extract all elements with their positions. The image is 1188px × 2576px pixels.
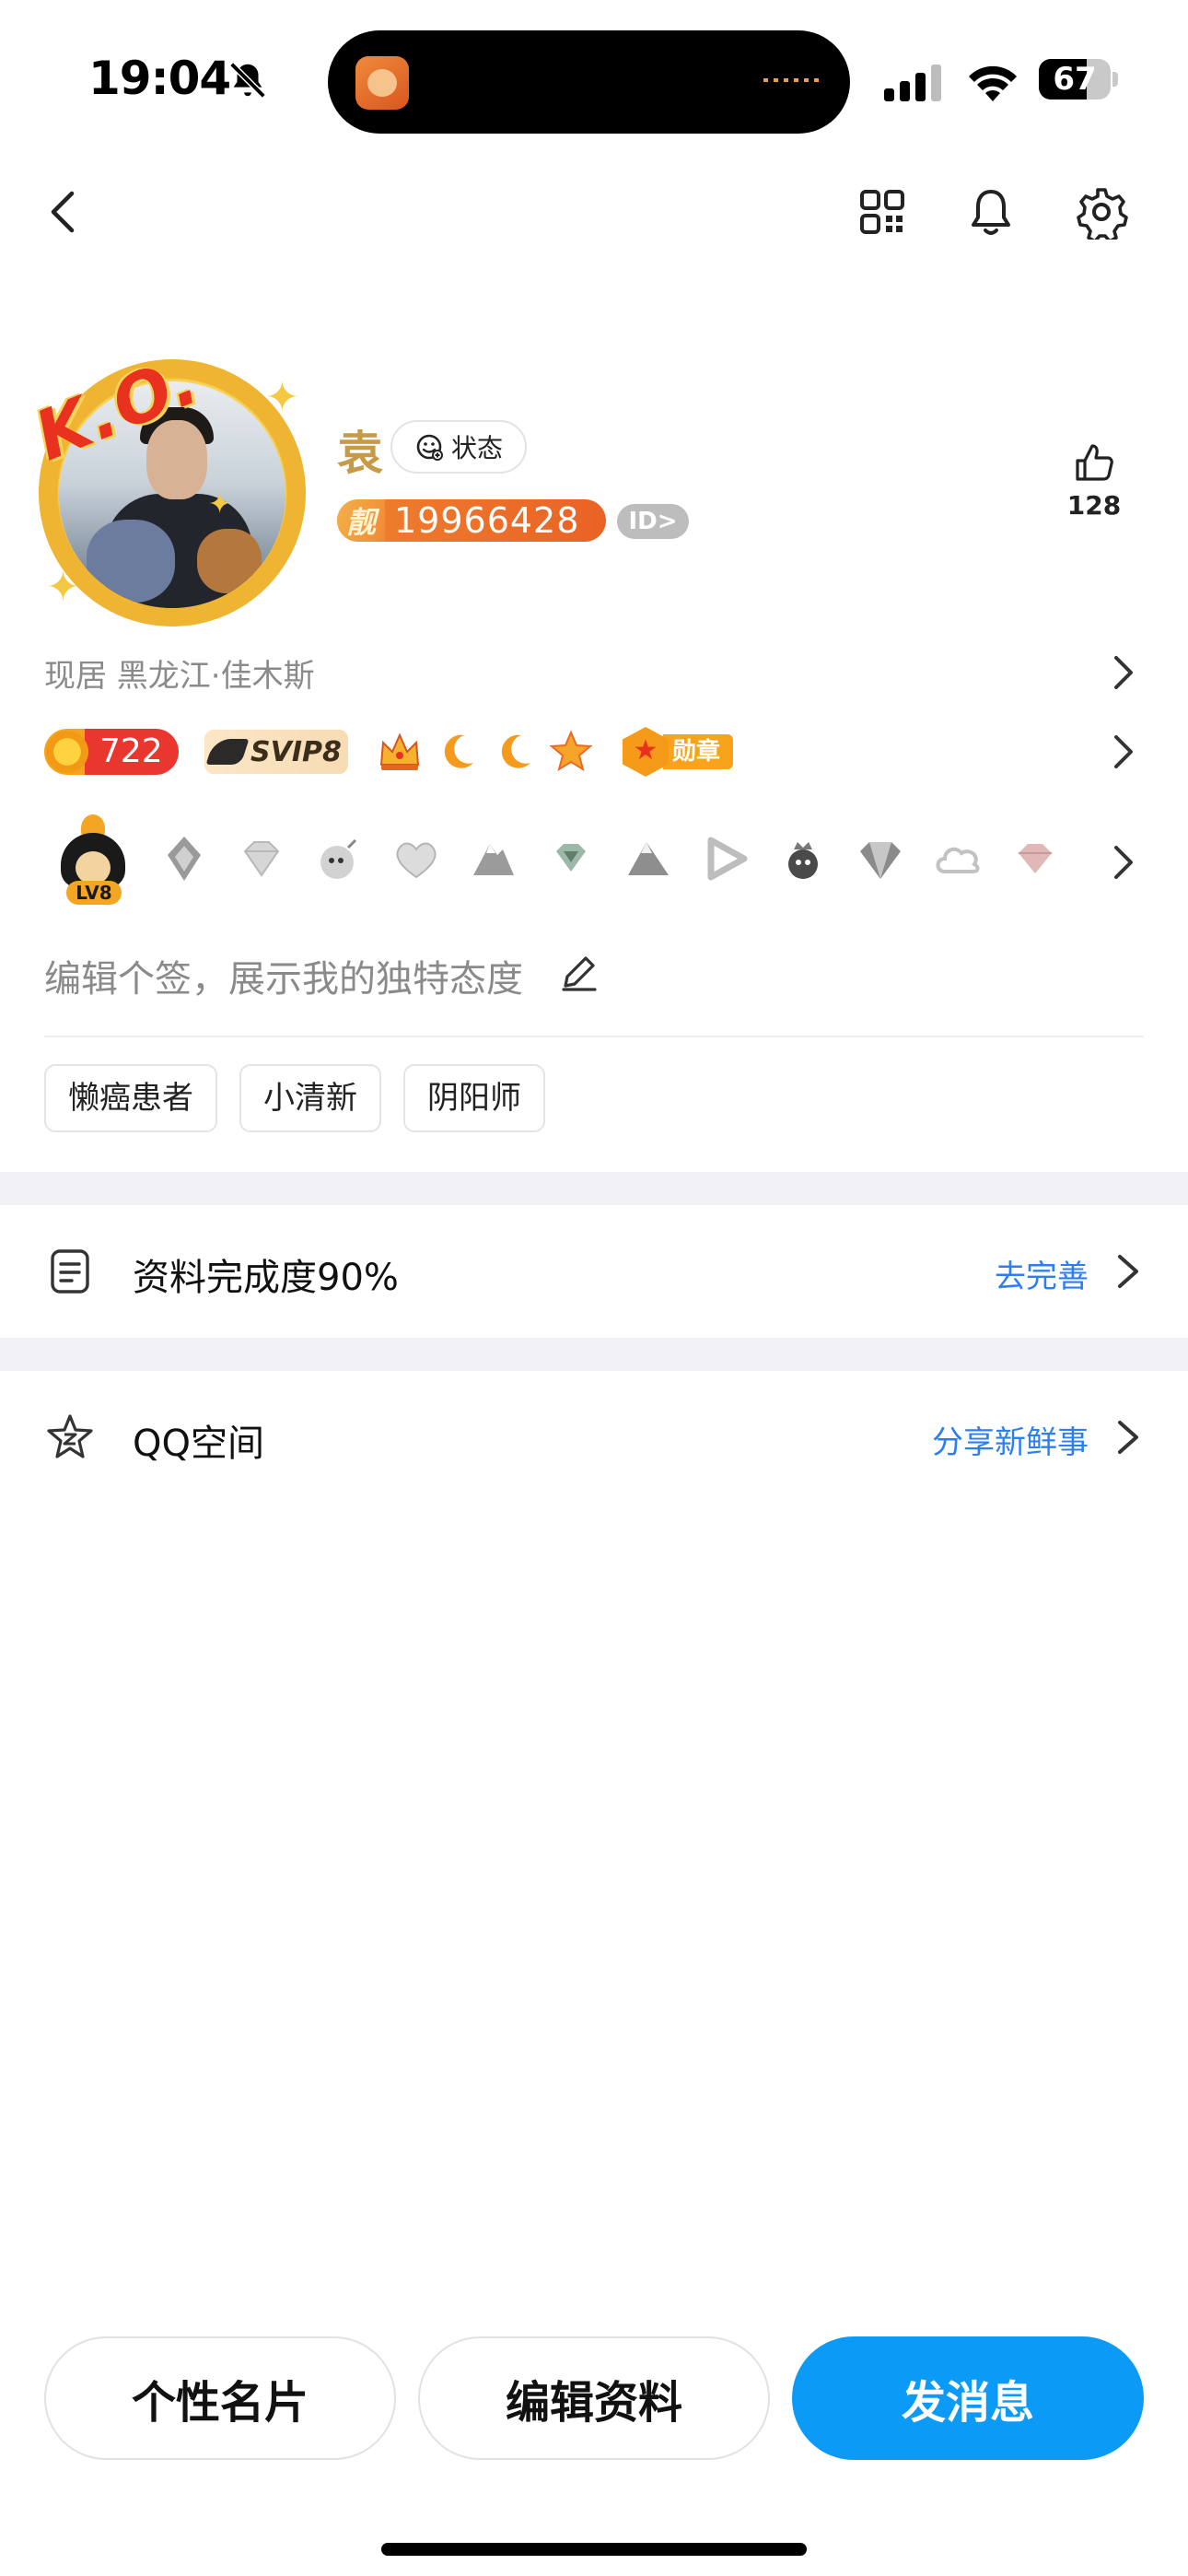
achievement-badges-row[interactable]: LV8 — [52, 814, 1063, 905]
tag-chip[interactable]: 阴阳师 — [403, 1064, 545, 1132]
tag-chip[interactable]: 懒癌患者 — [44, 1064, 217, 1132]
battery-indicator: 67 — [1039, 59, 1118, 100]
share-news-link[interactable]: 分享新鲜事 — [932, 1417, 1089, 1462]
heart-badge-icon — [396, 842, 437, 879]
emerald-badge-icon — [556, 844, 586, 872]
medal-hex-icon — [623, 727, 669, 777]
status-label: 状态 — [450, 433, 503, 463]
live-activity-app-icon — [355, 56, 409, 110]
coin-icon — [46, 731, 88, 773]
qzone-label: QQ空间 — [133, 1423, 264, 1465]
medal-badge: 勋章 — [623, 727, 734, 777]
home-indicator[interactable] — [381, 2543, 807, 2556]
nav-bar — [0, 175, 1188, 249]
document-icon — [51, 1249, 89, 1294]
qq-number-badge[interactable]: 靓 19966428 — [337, 499, 606, 542]
section-separator — [0, 1338, 1188, 1371]
bomb-badge-icon — [320, 838, 357, 879]
status-button[interactable]: 状态 — [390, 420, 527, 474]
moon-icon — [444, 734, 473, 768]
pink-diamond-badge-icon — [1019, 844, 1052, 873]
penguin-king-badge-icon — [788, 842, 818, 879]
like-count: 128 — [1066, 490, 1122, 521]
qq-number: 19966428 — [394, 500, 580, 541]
bottom-action-bar: 个性名片 编辑资料 发消息 — [44, 2336, 1144, 2464]
star-decoration-icon: ✦ — [208, 488, 232, 521]
section-separator — [0, 1172, 1188, 1205]
complete-profile-link[interactable]: 去完善 — [995, 1251, 1089, 1296]
interest-tags: 懒癌患者 小清新 阴阳师 — [44, 1064, 545, 1132]
svip-badge: SVIP8 — [204, 730, 348, 774]
crown-icon — [379, 732, 420, 770]
diamond-badge-icon — [243, 841, 280, 877]
location-text[interactable]: 现居 黑龙江·佳木斯 — [44, 650, 315, 696]
status-time: 19:04 — [88, 52, 231, 105]
crystal-badge-icon — [860, 842, 901, 879]
edit-profile-button[interactable]: 编辑资料 — [418, 2336, 770, 2460]
qzone-row[interactable]: QQ空间 分享新鲜事 — [0, 1371, 1188, 1504]
dynamic-island[interactable] — [328, 30, 850, 134]
chevron-left-icon[interactable] — [37, 184, 92, 240]
mountain-badge-icon — [473, 844, 514, 875]
battery-percent: 67 — [1053, 61, 1097, 98]
flame-badge-icon — [168, 837, 201, 881]
star-decoration-icon: ✦ — [265, 374, 299, 421]
level-badges-row[interactable]: 722 SVIP8 勋章 — [44, 727, 734, 777]
avatar[interactable]: K.O. ✦ ✦ ✦ — [25, 340, 322, 626]
tag-chip[interactable]: 小清新 — [239, 1064, 381, 1132]
personal-card-button[interactable]: 个性名片 — [44, 2336, 396, 2460]
medal-label: 勋章 — [663, 734, 734, 769]
gear-icon[interactable] — [1074, 184, 1129, 240]
divider — [44, 1036, 1144, 1037]
like-button[interactable]: 128 — [1057, 440, 1131, 521]
star-decoration-icon: ✦ — [46, 564, 80, 611]
bell-muted-icon — [229, 62, 266, 99]
wifi-icon — [969, 65, 1017, 101]
penguin-level-label: LV8 — [66, 881, 122, 905]
pencil-edit-icon[interactable] — [558, 951, 600, 993]
chevron-right-icon[interactable] — [1105, 730, 1142, 774]
cloud-badge-icon — [936, 847, 980, 873]
mountain-badge-icon — [628, 842, 669, 875]
profile-completion-label: 资料完成度90% — [133, 1257, 399, 1299]
coin-value: 722 — [99, 732, 163, 770]
svip-label: SVIP8 — [250, 735, 342, 768]
penguin-level-badge: LV8 — [52, 814, 134, 905]
coin-badge: 722 — [44, 729, 179, 775]
signature-placeholder[interactable]: 编辑个签，展示我的独特态度 — [44, 949, 523, 1002]
chevron-right-icon — [1118, 1255, 1138, 1288]
status-bar: 19:04 67 — [0, 0, 1188, 157]
liang-number-mark: 靓 — [337, 499, 385, 542]
nickname: 袁 — [337, 427, 383, 480]
qr-code-icon[interactable] — [855, 184, 910, 240]
smile-status-icon — [416, 434, 443, 461]
level-icons — [376, 728, 595, 776]
chevron-right-icon[interactable] — [1105, 650, 1142, 695]
bell-icon[interactable] — [963, 184, 1019, 240]
chevron-right-icon[interactable] — [1105, 840, 1142, 884]
chevron-right-icon — [1118, 1421, 1138, 1454]
svip-hat-icon — [205, 739, 250, 765]
activity-dots — [763, 78, 822, 82]
send-message-button[interactable]: 发消息 — [792, 2336, 1144, 2460]
cellular-signal-icon — [884, 64, 941, 101]
star-icon — [549, 730, 593, 772]
qzone-star-icon — [47, 1414, 93, 1458]
id-button[interactable]: ID> — [617, 504, 689, 539]
moon-icon — [501, 734, 530, 768]
play-badge-icon — [707, 837, 748, 881]
profile-completion-row[interactable]: 资料完成度90% 去完善 — [0, 1205, 1188, 1338]
thumbs-up-icon — [1076, 444, 1113, 481]
